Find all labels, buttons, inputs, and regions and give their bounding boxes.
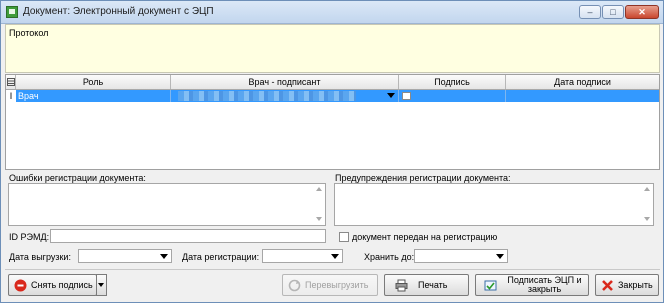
column-header-doctor[interactable]: Врач - подписант (171, 75, 399, 89)
store-until-select[interactable] (414, 249, 508, 263)
row-signature-cell[interactable] (399, 90, 506, 102)
footer-divider (5, 269, 660, 270)
column-header-role[interactable]: Роль (16, 75, 171, 89)
errors-memo[interactable] (8, 183, 326, 226)
column-header-sign-date[interactable]: Дата подписи (506, 75, 659, 89)
protocol-label: Протокол (9, 28, 49, 38)
remd-id-label: ID РЭМД: (9, 232, 50, 242)
scroll-down-icon[interactable] (643, 215, 652, 224)
protocol-panel[interactable]: Протокол (5, 24, 660, 73)
row-date-cell[interactable] (506, 90, 659, 102)
document-window: Документ: Электронный документ с ЭЦП – □… (0, 0, 664, 303)
doctor-value-redacted (178, 91, 356, 101)
signature-checkbox[interactable] (402, 92, 411, 100)
table-row[interactable]: Врач (16, 90, 659, 102)
sign-and-close-label: Подписать ЭЦП и закрыть (507, 275, 582, 294)
warnings-label: Предупреждения регистрации документа: (335, 173, 511, 183)
printer-icon (395, 279, 408, 292)
sign-icon (484, 280, 497, 291)
reupload-button[interactable]: Перевыгрузить (282, 274, 378, 296)
close-window-button[interactable]: ✕ (625, 5, 659, 19)
signers-grid[interactable]: Роль Врач - подписант Подпись Дата подпи… (5, 74, 660, 170)
remove-signature-dropdown[interactable] (96, 274, 107, 296)
remove-icon (14, 279, 27, 292)
minimize-button[interactable]: – (579, 5, 601, 19)
errors-label: Ошибки регистрации документа: (9, 173, 146, 183)
chevron-down-icon[interactable] (387, 93, 395, 98)
close-button[interactable]: Закрыть (595, 274, 659, 296)
reupload-icon (288, 279, 301, 292)
close-icon (602, 280, 613, 291)
remove-signature-label: Снять подпись (31, 279, 93, 290)
registration-date-label: Дата регистрации: (182, 252, 260, 262)
grid-header: Роль Врач - подписант Подпись Дата подпи… (6, 75, 659, 90)
scroll-down-icon[interactable] (315, 215, 324, 224)
sign-and-close-button[interactable]: Подписать ЭЦП и закрыть (475, 274, 589, 296)
sent-to-registration-label: документ передан на регистрацию (352, 232, 498, 242)
chevron-down-icon[interactable] (160, 254, 168, 259)
close-label: Закрыть (618, 279, 653, 290)
reupload-label: Перевыгрузить (305, 279, 369, 290)
warnings-memo[interactable] (334, 183, 654, 226)
grid-corner-icon[interactable] (6, 75, 16, 89)
chevron-down-icon[interactable] (331, 254, 339, 259)
registration-date-select[interactable] (262, 249, 343, 263)
upload-date-select[interactable] (78, 249, 172, 263)
app-icon (6, 6, 18, 18)
remove-signature-button[interactable]: Снять подпись (8, 274, 97, 296)
maximize-button[interactable]: □ (602, 5, 624, 19)
title-bar[interactable]: Документ: Электронный документ с ЭЦП – □… (1, 1, 663, 24)
column-header-signature[interactable]: Подпись (399, 75, 506, 89)
remd-id-input[interactable] (50, 229, 326, 243)
store-until-label: Хранить до: (364, 252, 415, 262)
row-doctor-cell[interactable] (171, 90, 399, 102)
scroll-up-icon[interactable] (315, 185, 324, 194)
scroll-up-icon[interactable] (643, 185, 652, 194)
row-role-cell[interactable]: Врач (16, 90, 171, 102)
chevron-down-icon[interactable] (496, 254, 504, 259)
upload-date-label: Дата выгрузки: (9, 252, 71, 262)
sent-to-registration-checkbox[interactable] (339, 232, 349, 242)
print-label: Печать (418, 279, 448, 290)
window-title: Документ: Электронный документ с ЭЦП (23, 6, 214, 17)
print-button[interactable]: Печать (384, 274, 469, 296)
